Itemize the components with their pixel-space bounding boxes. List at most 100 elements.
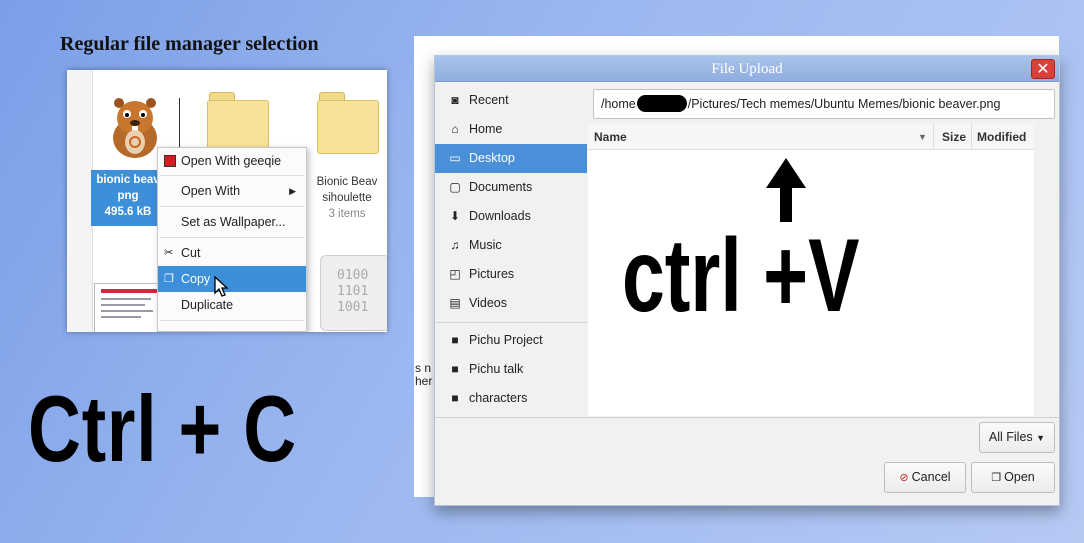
music-icon: ♫ [450,238,460,252]
copy-icon: ❐ [164,273,174,285]
menu-open-with-geeqie[interactable]: Open With geeqie [158,148,306,174]
cancel-label: Cancel [911,470,951,484]
column-modified[interactable]: Modified [977,124,1026,150]
folder-name-2: sihoulette [322,192,372,204]
sidebar-item-pictures[interactable]: ◰ Pictures [435,260,587,289]
selected-file-ext: png [117,190,139,202]
menu-copy[interactable]: ❐ Copy [158,266,306,292]
file-filter-dropdown[interactable]: All Files ▼ [979,422,1055,453]
documents-icon: ▢ [449,180,461,194]
videos-icon: ▤ [449,296,461,310]
footer-divider [435,417,1059,418]
open-label: Open [1004,470,1035,484]
menu-label: Copy [181,272,211,286]
binary-file-icon[interactable]: 0100 1101 1001 [320,255,387,331]
folder-label[interactable]: Bionic Beav sihoulette 3 items [307,174,387,222]
sidebar-item-home[interactable]: ⌂ Home [435,115,587,144]
sidebar-item-videos[interactable]: ▤ Videos [435,289,587,318]
sidebar-item-label: Pictures [469,267,515,281]
file-manager-screenshot: bionic beav png 495.6 kB Bionic Beav sih… [67,70,387,332]
binary-line: 1101 [337,284,369,299]
sidebar-item-label: Pichu Project [469,333,543,347]
menu-label: Set as Wallpaper... [181,215,286,229]
menu-label: Cut [181,246,201,260]
binary-line: 1001 [337,300,369,315]
sidebar-item-documents[interactable]: ▢ Documents [435,173,587,202]
path-suffix: /Pictures/Tech memes/Ubuntu Memes/bionic… [687,97,1001,111]
folder-icon[interactable] [207,92,269,154]
folder-icon[interactable] [317,92,379,154]
sidebar-item-label: Downloads [469,209,531,223]
file-list-header: Name ▼ Size Modified [588,124,1034,150]
file-manager-sidebar-strip [67,70,93,332]
ctrl-c-overlay-text: Ctrl + C [28,376,298,481]
sidebar-item-desktop[interactable]: ▭ Desktop [435,144,587,173]
sidebar-separator [435,322,587,323]
dialog-title: File Upload [711,61,783,77]
scrollbar-area[interactable] [1034,124,1059,416]
menu-label: Duplicate [181,298,234,312]
binary-line: 0100 [337,268,369,283]
page-text-line: her [415,374,433,388]
redaction-mark [636,95,687,113]
menu-set-wallpaper[interactable]: Set as Wallpaper... [158,209,306,235]
open-icon: ❐ [991,472,1002,484]
sidebar-item-downloads[interactable]: ⬇ Downloads [435,202,587,231]
sidebar-item-label: Videos [469,296,507,310]
cancel-icon: ⊘ [899,472,909,484]
folder-item-count: 3 items [328,208,366,220]
home-icon: ⌂ [451,122,459,136]
folder-icon: ■ [451,391,459,405]
sidebar-item-music[interactable]: ♫ Music [435,231,587,260]
folder-icon: ■ [451,333,459,347]
path-prefix: /home [601,97,636,111]
sort-down-icon[interactable]: ▼ [918,124,927,150]
location-input[interactable]: /home/Pictures/Tech memes/Ubuntu Memes/b… [593,89,1055,119]
context-menu: Open With geeqie Open With ▶ Set as Wall… [157,147,307,332]
sidebar-item-characters[interactable]: ■ characters [435,384,587,413]
sidebar-item-label: Desktop [469,151,515,165]
column-name[interactable]: Name [594,124,627,150]
recent-icon: ◙ [451,93,459,107]
folder-name: Bionic Beav [316,176,378,188]
close-button[interactable]: ✕ [1031,59,1055,79]
ctrl-v-overlay-text: ctrl +V [622,218,860,334]
selected-file-name: bionic beav [96,174,160,186]
up-arrow-icon [736,152,836,228]
cancel-button[interactable]: ⊘ Cancel [884,462,966,493]
document-thumbnail[interactable] [94,283,164,332]
sidebar-item-label: Recent [469,93,509,107]
beaver-icon [113,98,157,158]
sidebar-item-label: Music [469,238,502,252]
mouse-pointer-icon [214,276,229,297]
pictures-icon: ◰ [449,267,461,281]
menu-duplicate[interactable]: Duplicate [158,292,306,318]
menu-open-with[interactable]: Open With ▶ [158,178,306,204]
sidebar-item-pichu-talk[interactable]: ■ Pichu talk [435,355,587,384]
sidebar-item-recent[interactable]: ◙ Recent [435,86,587,115]
submenu-arrow-icon: ▶ [289,186,296,196]
sidebar-item-label: Home [469,122,503,136]
menu-label: Open With [181,184,241,198]
sidebar-item-label: Documents [469,180,533,194]
open-button[interactable]: ❐ Open [971,462,1055,493]
downloads-icon: ⬇ [449,209,461,223]
sidebar-item-label: Pichu talk [469,362,524,376]
dialog-titlebar[interactable]: File Upload ✕ [435,56,1059,82]
filter-label: All Files [988,430,1033,444]
desktop-icon: ▭ [449,151,461,165]
caption-title: Regular file manager selection [60,33,319,55]
selected-file-size: 495.6 kB [104,206,152,218]
selected-file-item[interactable]: bionic beav png 495.6 kB [91,170,165,226]
geeqie-icon [164,155,176,167]
folder-icon: ■ [451,362,459,376]
column-size[interactable]: Size [942,124,966,150]
chevron-down-icon: ▼ [1036,433,1046,443]
menu-cut[interactable]: ✂ Cut [158,240,306,266]
sidebar-item-label: characters [469,391,528,405]
scissors-icon: ✂ [164,247,174,259]
menu-label: Open With geeqie [181,154,282,168]
sidebar-item-pichu-project[interactable]: ■ Pichu Project [435,326,587,355]
places-sidebar: ◙ Recent ⌂ Home ▭ Desktop ▢ Documents ⬇ … [435,82,587,418]
page-text-fragment: s n her [415,362,432,388]
